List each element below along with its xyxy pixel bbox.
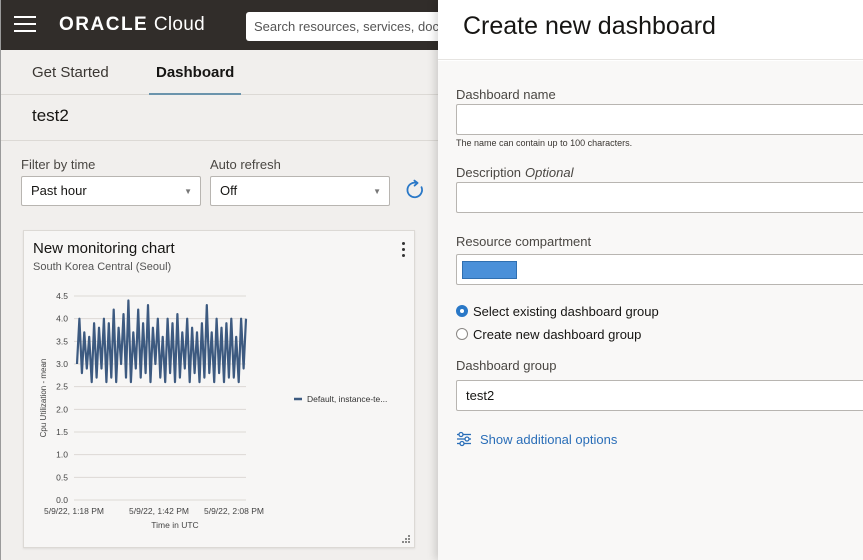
show-additional-options-label: Show additional options xyxy=(480,431,618,447)
tab-get-started[interactable]: Get Started xyxy=(32,50,109,95)
x-tick-label: 5/9/22, 1:42 PM xyxy=(129,506,189,516)
compartment-value-chip xyxy=(462,261,517,279)
y-tick-label: 2.0 xyxy=(56,404,68,414)
dashboard-group-select[interactable]: test2 xyxy=(456,380,863,411)
auto-refresh-value: Off xyxy=(220,183,238,198)
y-axis-label: Cpu Utilization - mean xyxy=(39,359,48,438)
page-tabs: Get Started Dashboard xyxy=(1,50,438,95)
panel-form: Dashboard name The name can contain up t… xyxy=(438,61,863,560)
oracle-cloud-logo[interactable]: ORACLE Cloud xyxy=(59,14,205,36)
create-dashboard-panel: Create new dashboard Dashboard name The … xyxy=(438,0,863,560)
divider xyxy=(1,140,438,141)
y-tick-label: 1.0 xyxy=(56,450,68,460)
cpu-utilization-chart: 0.0 0.5 1.0 1.5 2.0 2.5 3.0 3.5 4.0 4.5 5/9/22, 1:… xyxy=(39,291,387,530)
refresh-icon[interactable] xyxy=(404,179,426,201)
legend-entry: Default, instance-te... xyxy=(307,394,387,404)
chevron-down-icon: ▼ xyxy=(373,187,381,196)
y-tick-label: 2.5 xyxy=(56,382,68,392)
radio-create-new-group[interactable]: Create new dashboard group xyxy=(456,325,641,343)
dashboard-group-value: test2 xyxy=(466,388,495,403)
radio-new-label: Create new dashboard group xyxy=(473,326,642,342)
x-tick-label: 5/9/22, 1:18 PM xyxy=(44,506,104,516)
filter-by-time-select[interactable]: Past hour ▼ xyxy=(21,176,201,206)
dashboard-title: test2 xyxy=(32,106,69,125)
y-tick-label: 4.0 xyxy=(56,314,68,324)
auto-refresh-label: Auto refresh xyxy=(210,157,281,172)
chevron-down-icon: ▼ xyxy=(184,187,192,196)
radio-unchecked-icon xyxy=(456,328,468,340)
resource-compartment-label: Resource compartment xyxy=(456,234,592,249)
radio-checked-icon xyxy=(456,305,468,317)
dashboard-name-hint: The name can contain up to 100 character… xyxy=(456,138,633,148)
radio-existing-label: Select existing dashboard group xyxy=(473,303,659,319)
y-tick-label: 0.5 xyxy=(56,472,68,482)
monitoring-chart-card: New monitoring chart South Korea Central… xyxy=(23,230,415,548)
panel-title: Create new dashboard xyxy=(463,12,716,40)
description-input[interactable] xyxy=(456,182,863,213)
filter-by-time-value: Past hour xyxy=(31,183,87,198)
sliders-icon xyxy=(457,431,471,447)
auto-refresh-select[interactable]: Off ▼ xyxy=(210,176,390,206)
resize-handle-icon[interactable] xyxy=(401,534,411,544)
y-tick-label: 4.5 xyxy=(56,291,68,301)
series-line xyxy=(75,299,248,384)
search-input[interactable]: Search resources, services, docum xyxy=(246,12,438,41)
dashboard-name-input[interactable] xyxy=(456,104,863,135)
resource-compartment-select[interactable] xyxy=(456,254,863,285)
tab-dashboard[interactable]: Dashboard xyxy=(149,50,242,95)
hamburger-menu-icon[interactable] xyxy=(14,16,36,32)
dashboard-name-label: Dashboard name xyxy=(456,87,556,102)
description-label: Description Optional xyxy=(456,165,574,180)
top-navigation-bar: ORACLE Cloud Search resources, services,… xyxy=(1,0,438,50)
y-tick-label: 0.0 xyxy=(56,495,68,505)
filter-by-time-label: Filter by time xyxy=(21,157,96,172)
optional-tag: Optional xyxy=(525,165,574,180)
show-additional-options-link[interactable]: Show additional options xyxy=(456,431,617,447)
x-tick-label: 5/9/22, 2:08 PM xyxy=(204,506,264,516)
dashboard-page: ORACLE Cloud Search resources, services,… xyxy=(0,0,438,560)
radio-select-existing-group[interactable]: Select existing dashboard group xyxy=(456,302,659,320)
dashboard-group-label: Dashboard group xyxy=(456,358,557,373)
y-tick-label: 1.5 xyxy=(56,427,68,437)
y-tick-label: 3.5 xyxy=(56,336,68,346)
y-tick-label: 3.0 xyxy=(56,359,68,369)
x-axis-label: Time in UTC xyxy=(151,520,198,530)
panel-header: Create new dashboard xyxy=(438,0,863,60)
